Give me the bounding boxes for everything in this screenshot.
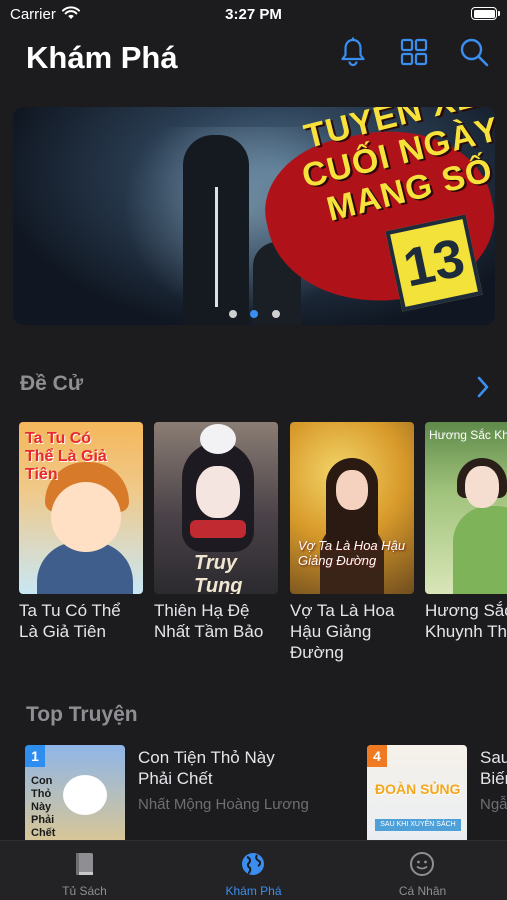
book-card-2[interactable]: Truy Tung Thiên Hạ Đệ Nhất Tầm Bảo xyxy=(154,422,278,642)
book-cover: Vợ Ta Là Hoa Hậu Giảng Đường xyxy=(290,422,414,594)
tab-bookshelf[interactable]: Tủ Sách xyxy=(0,841,169,900)
cover-ribbon-text: SAU KHI XUYÊN SÁCH xyxy=(375,819,461,831)
top-list-item-2[interactable]: ĐOÀN SỦNG SAU KHI XUYÊN SÁCH 4 Sau Khi X… xyxy=(367,745,507,840)
section-title-recommended: Đề Cử xyxy=(20,372,84,395)
book-card-1[interactable]: Ta Tu Có Thể Là Giả Tiên Ta Tu Có Thể Là… xyxy=(19,422,143,642)
top-book-author: Ngẫu... xyxy=(480,796,507,813)
rank-badge: 4 xyxy=(367,745,387,767)
cover-art xyxy=(453,506,507,594)
book-cover: Hương Sắc Khuynh Thành xyxy=(425,422,507,594)
section-title-top: Top Truyện xyxy=(26,703,138,726)
book-icon xyxy=(76,853,93,875)
banner-sword xyxy=(215,187,218,307)
cover-art xyxy=(51,482,121,552)
cover-art xyxy=(190,520,246,538)
rank-badge: 1 xyxy=(25,745,45,767)
book-title: Thiên Hạ Đệ Nhất Tầm Bảo xyxy=(154,601,264,641)
notification-bell-icon[interactable] xyxy=(337,36,369,68)
banner-cover-number: 13 xyxy=(385,214,483,312)
tab-label: Khám Phá xyxy=(225,884,282,898)
cover-title-text: Vợ Ta Là Hoa Hậu Giảng Đường xyxy=(298,538,406,568)
tab-label: Tủ Sách xyxy=(62,884,107,898)
tab-bar: Tủ Sách Khám Phá Cá Nhân xyxy=(0,840,507,900)
status-bar: Carrier 3:27 PM xyxy=(0,0,507,30)
featured-banner[interactable]: TUYẾN XE CUỐI NGÀY MANG SỐ 13 xyxy=(13,107,495,325)
book-cover: Ta Tu Có Thể Là Giả Tiên xyxy=(19,422,143,594)
top-book-title: Con Tiện Thỏ Này Phải Chết xyxy=(138,748,275,788)
book-title: Ta Tu Có Thể Là Giả Tiên xyxy=(19,601,121,641)
cover-art xyxy=(336,470,368,510)
pager-dot-1[interactable] xyxy=(229,310,237,318)
cover-art xyxy=(200,424,236,454)
tab-label: Cá Nhân xyxy=(398,884,447,898)
top-book-cover: Con Thỏ Này Phải Chết 1 xyxy=(25,745,125,855)
cover-art xyxy=(196,466,240,518)
battery-icon xyxy=(471,7,500,20)
cover-title-text: Con Thỏ Này Phải Chết xyxy=(31,775,56,839)
top-book-cover: ĐOÀN SỦNG SAU KHI XUYÊN SÁCH 4 xyxy=(367,745,467,840)
page-title: Khám Phá xyxy=(26,40,178,75)
cover-title-text: Hương Sắc Khuynh Thành xyxy=(429,428,507,442)
profile-icon xyxy=(410,852,434,876)
cover-art xyxy=(465,466,499,508)
grid-categories-icon[interactable] xyxy=(398,36,430,68)
tab-explore[interactable]: Khám Phá xyxy=(169,841,338,900)
cover-title-text: Ta Tu Có Thể Là Giả Tiên xyxy=(25,430,107,483)
book-cover: Truy Tung xyxy=(154,422,278,594)
book-card-3[interactable]: Vợ Ta Là Hoa Hậu Giảng Đường Vợ Ta Là Ho… xyxy=(290,422,414,663)
cover-title-text: ĐOÀN SỦNG xyxy=(375,781,461,797)
book-title: Hương Sắc Khuynh Thành xyxy=(425,601,507,641)
book-title: Vợ Ta Là Hoa Hậu Giảng Đường xyxy=(290,601,395,662)
book-card-4[interactable]: Hương Sắc Khuynh Thành Hương Sắc Khuynh … xyxy=(425,422,507,642)
cover-title-text: Truy Tung xyxy=(194,552,243,594)
search-icon[interactable] xyxy=(458,36,490,68)
globe-icon xyxy=(242,853,264,875)
top-book-title: Sau Khi Xuyên Sách Biến... xyxy=(480,748,507,788)
clock-label: 3:27 PM xyxy=(225,6,282,23)
tab-profile[interactable]: Cá Nhân xyxy=(338,841,507,900)
pager-dot-3[interactable] xyxy=(272,310,280,318)
chevron-right-icon[interactable] xyxy=(476,376,490,398)
pager-dot-2[interactable] xyxy=(250,310,258,318)
top-book-author: Nhất Mộng Hoàng Lương xyxy=(138,796,309,813)
